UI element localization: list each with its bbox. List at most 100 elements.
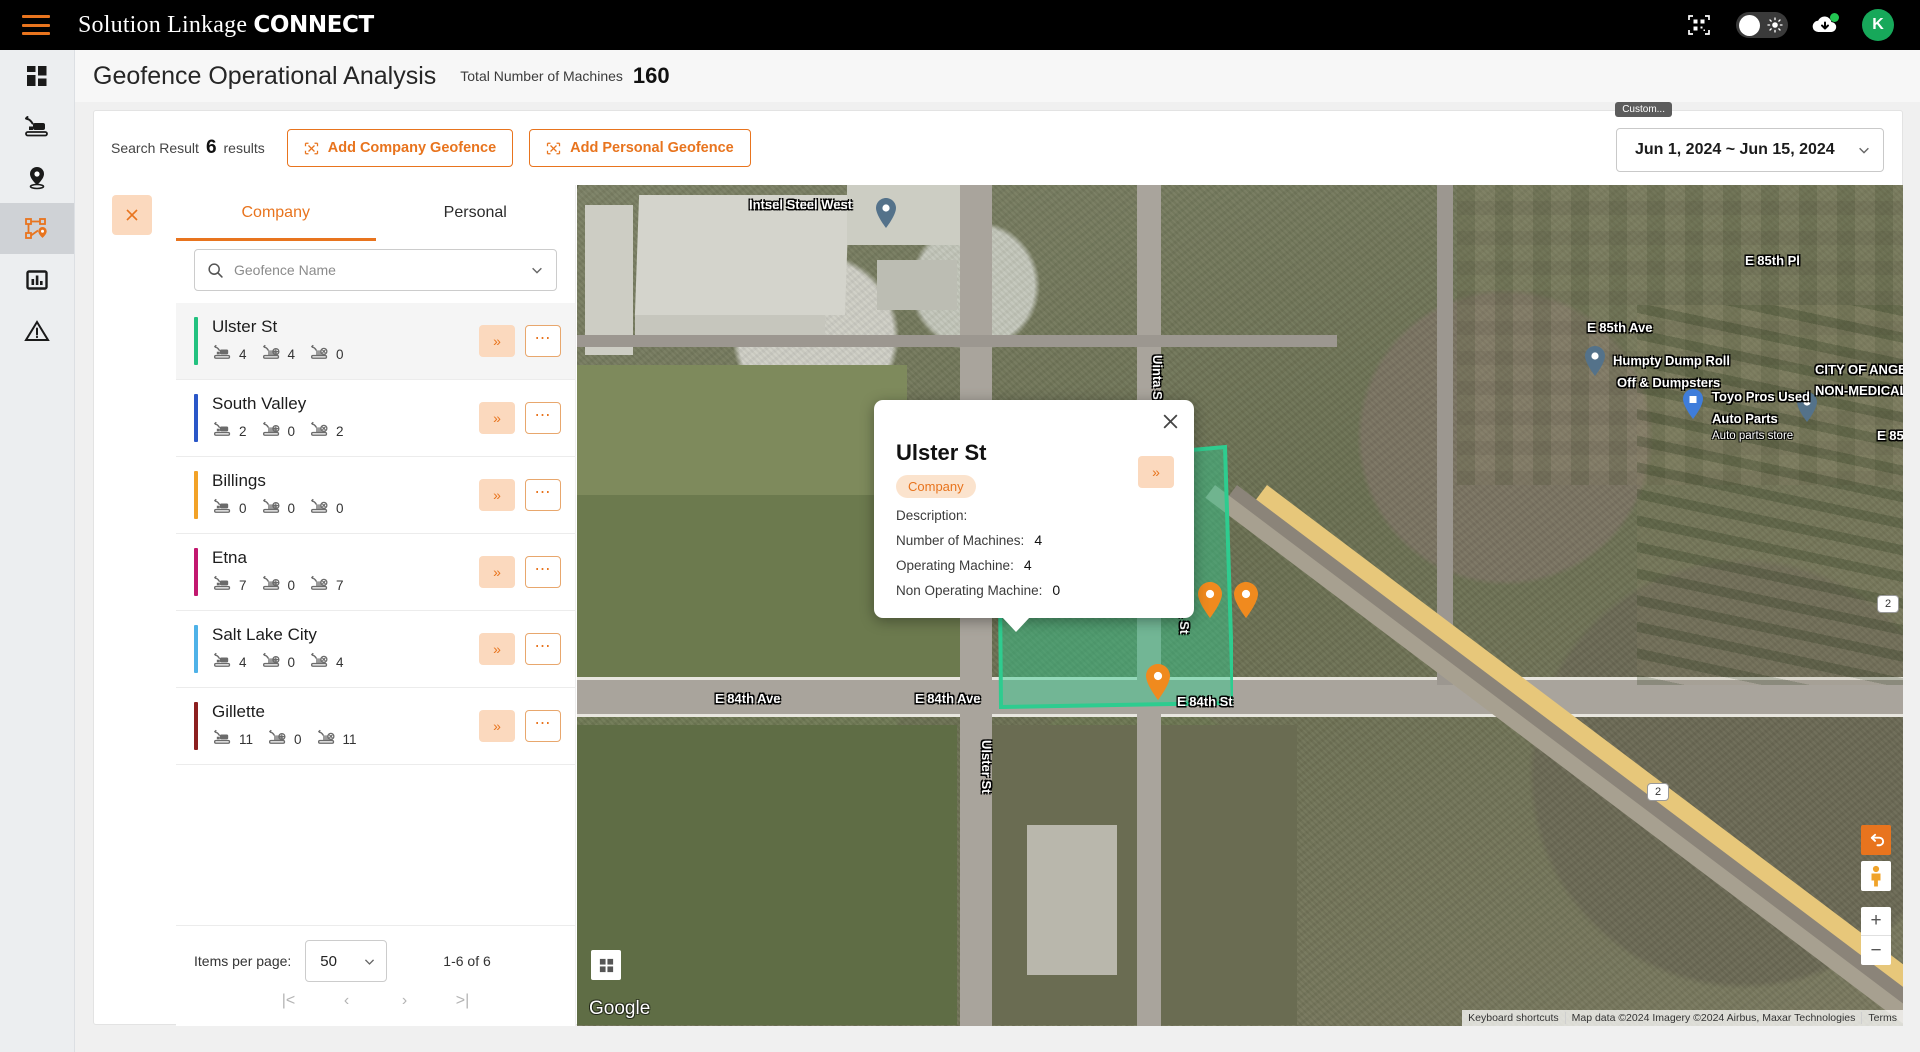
sidebar-item-geofence[interactable]	[0, 203, 74, 254]
theme-toggle-switch[interactable]	[1736, 12, 1788, 38]
google-logo: Google	[589, 998, 651, 1019]
terms-link[interactable]: Terms	[1861, 1012, 1903, 1024]
page-title: Geofence Operational Analysis	[93, 61, 437, 90]
geofence-more-button[interactable]: ⋯	[525, 402, 561, 434]
first-page-button[interactable]: |<	[279, 992, 299, 1010]
next-page-button[interactable]: ›	[395, 992, 415, 1010]
stat-non-operating-machines: 2	[309, 420, 344, 442]
geofence-more-button[interactable]: ⋯	[525, 710, 561, 742]
geofence-color-bar	[194, 702, 198, 750]
keyboard-shortcuts-link[interactable]: Keyboard shortcuts	[1462, 1012, 1564, 1024]
geofence-list: Ulster St 4 4 0 » ⋯ South Valley 2 0 2 »…	[176, 303, 575, 863]
stat-total-value: 4	[239, 346, 247, 362]
geofence-expand-button[interactable]: »	[479, 479, 515, 511]
hamburger-menu-icon[interactable]	[22, 15, 50, 35]
poi-pin-icon[interactable]	[874, 197, 898, 229]
popup-expand-button[interactable]: »	[1138, 456, 1174, 488]
geofence-expand-button[interactable]: »	[479, 710, 515, 742]
excavator-total-icon	[212, 574, 233, 596]
geofence-more-button[interactable]: ⋯	[525, 556, 561, 588]
add-company-geofence-label: Add Company Geofence	[327, 140, 497, 156]
stat-total-value: 2	[239, 423, 247, 439]
items-per-page-value: 50	[320, 952, 337, 970]
geofence-expand-button[interactable]: »	[479, 325, 515, 357]
zoom-out-button[interactable]: −	[1861, 936, 1891, 965]
popup-close-icon[interactable]	[1161, 412, 1180, 435]
qr-scan-icon[interactable]	[1684, 10, 1714, 40]
machine-marker[interactable]	[1232, 581, 1260, 619]
close-panel-button[interactable]	[112, 195, 152, 235]
geofence-list-item[interactable]: Ulster St 4 4 0 » ⋯	[176, 303, 575, 380]
geofence-info-popup: Ulster St Company » Description: Number o…	[874, 400, 1194, 632]
cloud-download-icon[interactable]	[1810, 10, 1840, 40]
zoom-in-button[interactable]: +	[1861, 907, 1891, 936]
map-grid-icon[interactable]	[591, 950, 621, 980]
geofence-item-name: Gillette	[212, 702, 265, 721]
sidebar-item-dashboard[interactable]	[0, 50, 74, 101]
toggle-knob	[1739, 14, 1760, 36]
stat-total-machines: 0	[212, 497, 247, 519]
popup-row-label: Description:	[896, 508, 968, 523]
chevron-down-icon[interactable]	[530, 263, 544, 277]
stat-operating-value: 4	[287, 346, 296, 362]
geofence-list-item[interactable]: Billings 0 0 0 » ⋯	[176, 457, 575, 534]
geofence-list-item[interactable]: South Valley 2 0 2 » ⋯	[176, 380, 575, 457]
stat-total-machines: 7	[212, 574, 247, 596]
street-view-pegman-icon[interactable]	[1861, 861, 1891, 891]
map-zoom-controls: + −	[1861, 907, 1891, 965]
undo-icon[interactable]	[1861, 825, 1891, 855]
popup-row-label: Non Operating Machine:	[896, 583, 1043, 598]
poi-pin-icon[interactable]	[1681, 388, 1705, 420]
satellite-map[interactable]: Intsel Steel West E 85th Ave Humpty Dump R…	[577, 185, 1903, 1026]
geofence-expand-button[interactable]: »	[479, 633, 515, 665]
stat-total-machines: 4	[212, 651, 247, 673]
geofence-expand-button[interactable]: »	[479, 556, 515, 588]
geofence-more-button[interactable]: ⋯	[525, 479, 561, 511]
poi-pin-icon[interactable]	[1583, 345, 1607, 377]
geofence-list-item[interactable]: Salt Lake City 4 0 4 » ⋯	[176, 611, 575, 688]
geofence-more-button[interactable]: ⋯	[525, 325, 561, 357]
add-personal-geofence-button[interactable]: Add Personal Geofence	[529, 129, 751, 167]
machine-marker[interactable]	[1196, 581, 1224, 619]
sidebar-item-alerts[interactable]	[0, 305, 74, 356]
highway-shield: 2	[1877, 595, 1899, 613]
geofence-list-item[interactable]: Etna 7 0 7 » ⋯	[176, 534, 575, 611]
date-range-picker[interactable]: Jun 1, 2024 ~ Jun 15, 2024	[1616, 128, 1884, 172]
user-avatar[interactable]: K	[1862, 9, 1894, 41]
excavator-non-operating-icon	[309, 651, 330, 673]
add-company-geofence-button[interactable]: Add Company Geofence	[286, 129, 514, 167]
geofence-item-name: Etna	[212, 548, 247, 567]
last-page-button[interactable]: >|	[453, 992, 473, 1010]
stat-operating-machines: 0	[261, 574, 296, 596]
items-per-page-select[interactable]: 50	[305, 940, 388, 982]
map-building	[847, 185, 967, 245]
stat-operating-value: 0	[294, 731, 302, 747]
excavator-operating-icon	[261, 343, 282, 365]
geofence-list-item[interactable]: Gillette 11 0 11 » ⋯	[176, 688, 575, 765]
excavator-non-operating-icon	[309, 343, 330, 365]
sidebar-item-location[interactable]	[0, 152, 74, 203]
sidebar-item-reports[interactable]	[0, 254, 74, 305]
tab-personal[interactable]: Personal	[376, 185, 576, 241]
machine-marker[interactable]	[1144, 663, 1172, 701]
geofence-more-button[interactable]: ⋯	[525, 633, 561, 665]
pagination-range-label: 1-6 of 6	[443, 953, 491, 969]
excavator-operating-icon	[261, 420, 282, 442]
geofence-expand-button[interactable]: »	[479, 402, 515, 434]
poi-pin-icon[interactable]	[1795, 391, 1819, 423]
stat-non-operating-machines: 7	[309, 574, 344, 596]
tab-company[interactable]: Company	[176, 185, 376, 241]
geofence-search-box[interactable]	[194, 249, 557, 291]
excavator-total-icon	[212, 651, 233, 673]
geofence-search-input[interactable]	[234, 262, 520, 278]
page-header: Geofence Operational Analysis Total Numb…	[75, 50, 1920, 102]
stat-operating-machines: 0	[261, 651, 295, 673]
geofence-item-stats: 2 0 2	[212, 420, 479, 442]
date-range-value: Jun 1, 2024 ~ Jun 15, 2024	[1635, 141, 1835, 158]
sidebar-item-machines[interactable]	[0, 101, 74, 152]
geofence-item-name: South Valley	[212, 394, 307, 413]
stat-operating-value: 0	[287, 577, 296, 593]
map-building	[585, 205, 633, 355]
previous-page-button[interactable]: ‹	[337, 992, 357, 1010]
stat-operating-machines: 0	[267, 728, 302, 750]
